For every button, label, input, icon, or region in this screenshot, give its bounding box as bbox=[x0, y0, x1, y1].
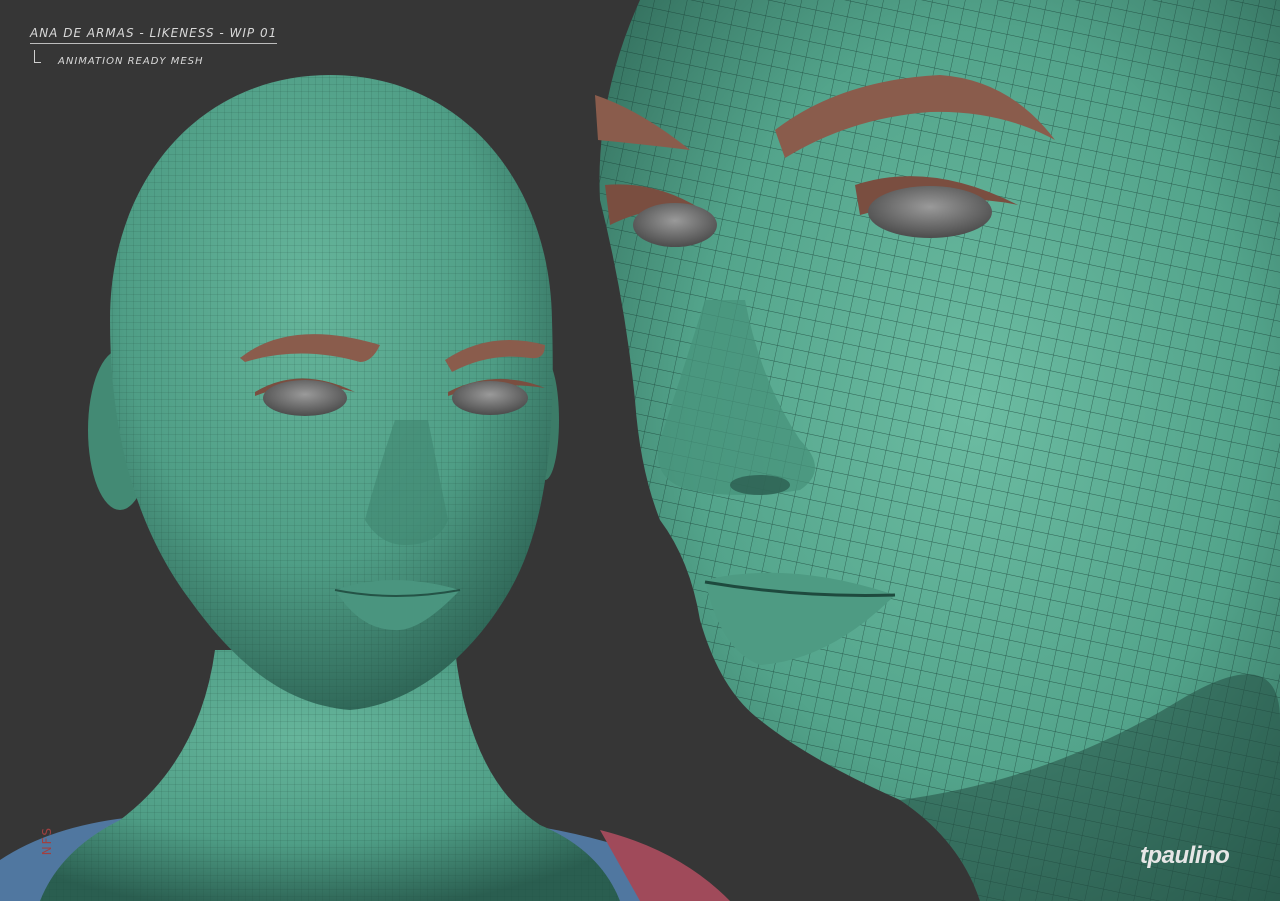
title-block: ANA DE ARMAS - LIKENESS - WIP 01 ANIMATI… bbox=[30, 22, 278, 67]
left-eye bbox=[263, 380, 347, 416]
artwork-subtitle: ANIMATION READY MESH bbox=[34, 50, 277, 67]
right-eye bbox=[452, 381, 528, 415]
sculpt-render bbox=[0, 0, 1280, 901]
subtitle-arrow-icon bbox=[34, 50, 41, 63]
artwork-title: ANA DE ARMAS - LIKENESS - WIP 01 bbox=[30, 26, 278, 44]
subtitle-text: ANIMATION READY MESH bbox=[58, 56, 204, 67]
closeup-right-eye bbox=[868, 186, 992, 238]
artist-signature: tpaulino bbox=[1140, 842, 1230, 869]
profile-closeup bbox=[595, 0, 1280, 901]
artwork-canvas: ANA DE ARMAS - LIKENESS - WIP 01 ANIMATI… bbox=[0, 0, 1280, 901]
shirt-mark: NFS bbox=[40, 826, 54, 856]
closeup-left-eye bbox=[633, 203, 717, 247]
